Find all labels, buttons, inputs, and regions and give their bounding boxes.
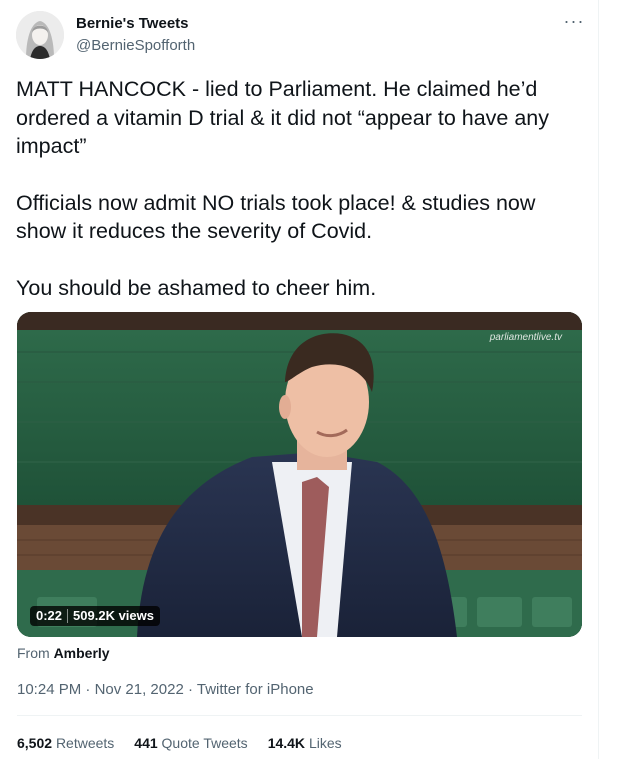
tweet-client-link[interactable]: Twitter for iPhone	[197, 681, 314, 698]
video-views: 509.2K views	[73, 608, 154, 623]
likes-count: 14.4K	[267, 735, 306, 751]
meta-separator: ·	[85, 681, 91, 698]
tweet-paragraph: MATT HANCOCK - lied to Parliament. He cl…	[16, 77, 550, 158]
tweet-text: MATT HANCOCK - lied to Parliament. He cl…	[16, 75, 588, 302]
quote-tweets-count: 441	[134, 735, 158, 751]
meta-separator: ·	[187, 681, 193, 698]
tweet-metadata: 10:24 PM · Nov 21, 2022 · Twitter for iP…	[17, 681, 314, 698]
video-thumbnail	[17, 312, 582, 637]
source-prefix: From	[17, 645, 50, 661]
avatar[interactable]	[16, 11, 64, 59]
engagement-stats: 6,502 Retweets 441 Quote Tweets 14.4K Li…	[17, 735, 342, 751]
video-player[interactable]: parliamentlive.tv 0:22 509.2K views	[17, 312, 582, 637]
tweet-card: Bernie's Tweets @BernieSpofforth ··· MAT…	[0, 0, 599, 759]
likes-link[interactable]: 14.4K Likes	[268, 735, 342, 751]
pill-divider	[67, 609, 69, 623]
more-horizontal-icon: ···	[563, 11, 585, 31]
video-watermark: parliamentlive.tv	[489, 332, 562, 343]
author-display-name[interactable]: Bernie's Tweets	[76, 15, 189, 32]
divider	[17, 715, 582, 716]
more-options-button[interactable]: ···	[561, 11, 587, 35]
tweet-paragraph: You should be ashamed to cheer him.	[16, 275, 377, 300]
video-stats-pill: 0:22 509.2K views	[30, 606, 160, 626]
retweets-count: 6,502	[17, 735, 53, 751]
source-account-link[interactable]: Amberly	[54, 645, 110, 661]
avatar-image	[16, 11, 64, 59]
tweet-time-link[interactable]: 10:24 PM	[17, 681, 81, 698]
author-handle[interactable]: @BernieSpofforth	[76, 37, 195, 54]
video-duration: 0:22	[36, 608, 63, 623]
tweet-date-link[interactable]: Nov 21, 2022	[95, 681, 184, 698]
retweets-label: Retweets	[55, 735, 115, 751]
tweet-paragraph: Officials now admit NO trials took place…	[16, 190, 536, 244]
quote-tweets-label: Quote Tweets	[161, 735, 248, 751]
likes-label: Likes	[308, 735, 342, 751]
quote-tweets-link[interactable]: 441 Quote Tweets	[134, 735, 247, 751]
retweets-link[interactable]: 6,502 Retweets	[17, 735, 114, 751]
video-source: From Amberly	[17, 645, 110, 661]
